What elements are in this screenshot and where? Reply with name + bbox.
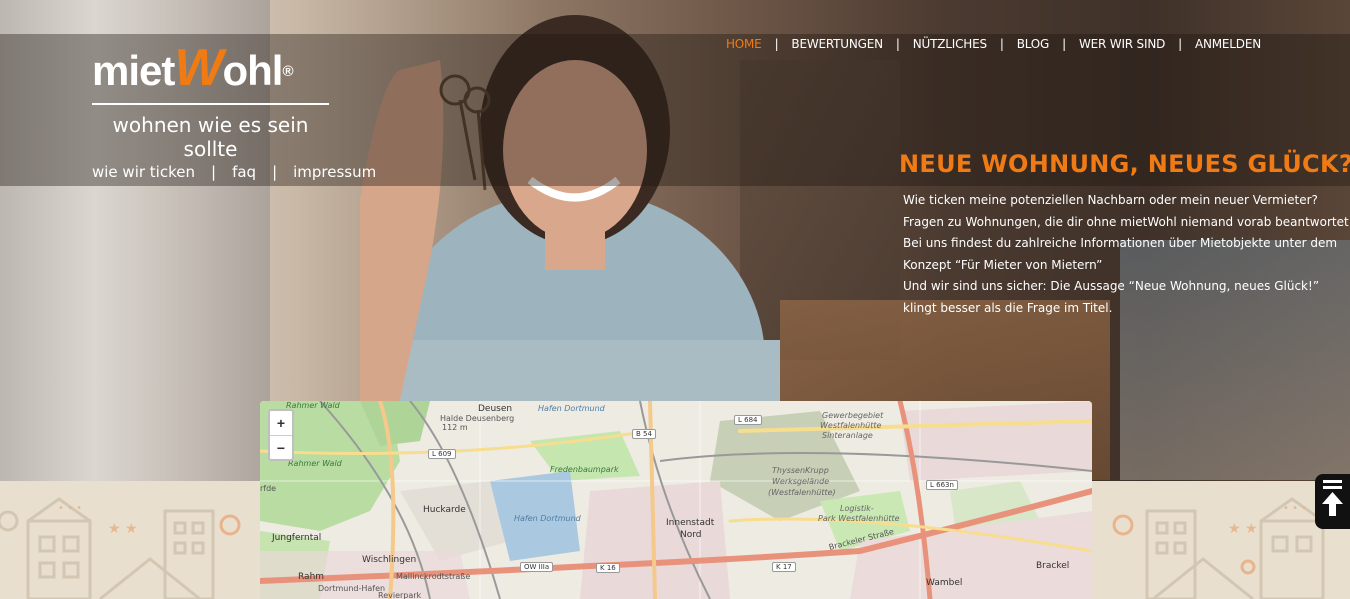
- brand-logo[interactable]: mietWohl®: [92, 42, 329, 97]
- map-label-deusen: Deusen: [478, 404, 513, 414]
- house-pattern-right: ★ ★ • • •: [1112, 497, 1325, 599]
- map-label-hafen-dortmund-top: Hafen Dortmund: [538, 404, 605, 413]
- map-label-edge: rfde: [260, 484, 277, 493]
- map-label-sinteranlage: Sinteranlage: [822, 431, 873, 440]
- nav-separator: |: [774, 37, 779, 51]
- map-label-rahmer-wald: Rahmer Wald: [288, 459, 342, 468]
- hero-text-line: Wie ticken meine potenziellen Nachbarn o…: [903, 193, 1318, 207]
- logo-text-ohl: ohl: [222, 47, 283, 94]
- map-label-logistik-park: Park Westfalenhütte: [818, 514, 900, 523]
- road-badge-l609: L 609: [428, 449, 456, 459]
- hero-text-line: Und wir sind uns sicher: Die Aussage “Ne…: [903, 279, 1320, 293]
- svg-text:★ ★: ★ ★: [108, 521, 138, 537]
- nav-separator: |: [1178, 37, 1182, 51]
- hero-text-line: klingt besser als die Frage im Titel.: [903, 300, 1113, 315]
- road-badge-l684: L 684: [734, 415, 762, 425]
- registered-mark: ®: [282, 63, 293, 80]
- brand-tagline: wohnen wie es sein sollte: [112, 113, 309, 161]
- road-badge-l663n: L 663n: [926, 480, 958, 490]
- svg-text:• • •: • • •: [1283, 503, 1307, 514]
- arrow-up-icon: [1322, 480, 1343, 516]
- subnav-item-faq[interactable]: faq: [232, 163, 256, 181]
- map-label-rahm: Rahm: [298, 572, 325, 582]
- road-badge-ow3a: OW IIIa: [520, 562, 554, 572]
- map-label-huckarde: Huckarde: [423, 505, 466, 515]
- map-label-dortmund-hafen: Dortmund-Hafen: [318, 584, 386, 593]
- map-label-thyssenkrupp: ThyssenKrupp: [772, 466, 829, 475]
- subnav-item-wie-wir-ticken[interactable]: wie wir ticken: [92, 163, 195, 181]
- logo-divider: [92, 103, 329, 105]
- map-label-logistik: Logistik-: [840, 504, 874, 513]
- map-label-revierpark: Revierpark: [378, 591, 422, 599]
- map-view[interactable]: Deusen Halde Deusenberg 112 m Hafen Dort…: [260, 401, 1092, 599]
- nav-separator: |: [1062, 37, 1066, 51]
- map-label-elevation: 112 m: [442, 423, 468, 432]
- nav-item-anmelden[interactable]: ANMELDEN: [1195, 37, 1261, 51]
- nav-item-bewertungen[interactable]: BEWERTUNGEN: [791, 37, 883, 51]
- subnav-item-impressum[interactable]: impressum: [293, 163, 376, 181]
- road-badge-k16: K 16: [596, 563, 620, 573]
- main-nav: HOME | BEWERTUNGEN | NÜTZLICHES | BLOG |…: [726, 37, 1261, 51]
- logo-text-miet: miet: [92, 47, 175, 94]
- hero-text-line: Fragen zu Wohnungen, die dir ohne mietWo…: [903, 214, 1350, 229]
- map-label-innenstadt: Innenstadt: [666, 518, 715, 528]
- map-label-werksgelaende: Werksgelände: [772, 477, 830, 486]
- logo-text-w: W: [174, 39, 223, 97]
- map-label-rahmer-wald-top: Rahmer Wald: [286, 401, 340, 410]
- map-tiles[interactable]: [260, 401, 1092, 599]
- svg-text:• • •: • • •: [58, 503, 82, 514]
- hero-text-line: Konzept “Für Mieter von Mietern”: [903, 257, 1103, 272]
- map-label-jungferntal: Jungferntal: [272, 533, 322, 543]
- map-label-halde-deusenberg: Halde Deusenberg: [440, 414, 515, 423]
- road-badge-b54: B 54: [632, 429, 656, 439]
- nav-separator: |: [895, 37, 900, 51]
- map-zoom-in-button[interactable]: +: [270, 411, 292, 435]
- map-label-hafen-dortmund: Hafen Dortmund: [514, 514, 581, 523]
- map-zoom-out-button[interactable]: −: [270, 435, 292, 459]
- svg-text:★ ★: ★ ★: [1228, 521, 1258, 537]
- nav-separator: |: [999, 37, 1004, 51]
- scroll-to-top-button[interactable]: [1315, 474, 1350, 529]
- nav-separator: |: [211, 163, 217, 181]
- hero-description: Wie ticken meine potenziellen Nachbarn o…: [903, 190, 1350, 319]
- map-label-gewerbegebiet: Gewerbegebiet: [822, 411, 884, 420]
- nav-separator: |: [272, 163, 278, 181]
- house-pattern-left: ★ ★ • • •: [0, 497, 241, 599]
- map-label-gewerbegebiet-westfalenhuette: Westfalenhütte: [820, 421, 882, 430]
- map-label-wischlingen: Wischlingen: [362, 555, 417, 565]
- map-label-brackel: Brackel: [1036, 561, 1070, 571]
- map-zoom-control: + −: [268, 409, 294, 461]
- hero-title: NEUE WOHNUNG, NEUES GLÜCK?: [899, 150, 1350, 178]
- map-label-mallinckrodtstrasse: Mallinckrodtstraße: [396, 572, 471, 581]
- hero-text-line: Bei uns findest du zahlreiche Informatio…: [903, 236, 1338, 250]
- nav-item-nuetzliches[interactable]: NÜTZLICHES: [913, 37, 987, 51]
- map-label-fredenbaumpark: Fredenbaumpark: [550, 465, 619, 474]
- nav-item-wer-wir-sind[interactable]: WER WIR SIND: [1079, 37, 1165, 51]
- nav-item-blog[interactable]: BLOG: [1017, 37, 1050, 51]
- map-label-wambel: Wambel: [926, 578, 963, 588]
- map-label-nord: Nord: [680, 530, 702, 540]
- secondary-nav: wie wir ticken | faq | impressum: [92, 163, 376, 181]
- road-badge-k17: K 17: [772, 562, 796, 572]
- nav-item-home[interactable]: HOME: [726, 37, 762, 51]
- map-label-westfalenhuette: (Westfalenhütte): [768, 488, 836, 497]
- brand-block[interactable]: mietWohl® wohnen wie es sein sollte: [92, 42, 329, 161]
